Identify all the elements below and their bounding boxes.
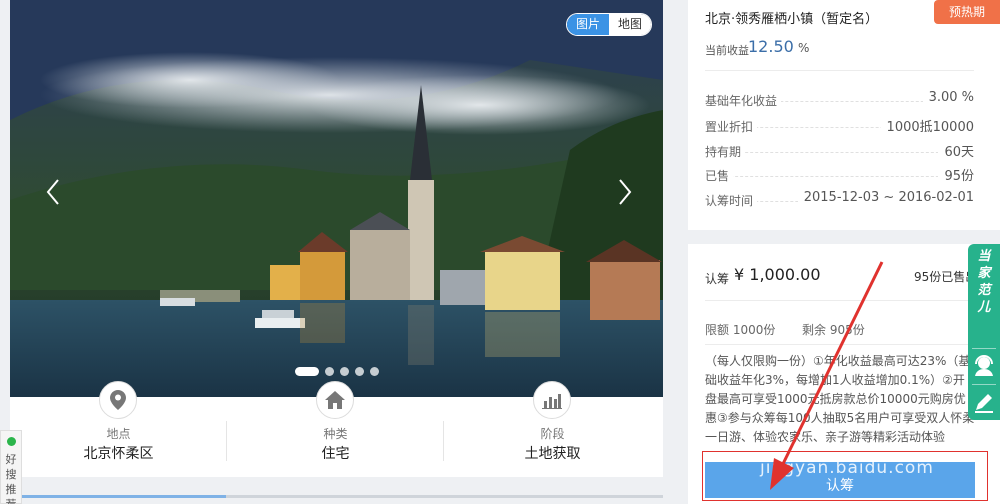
house-icon xyxy=(316,381,354,419)
detail-value: 3.00 % xyxy=(922,90,974,105)
status-badge: 预热期 xyxy=(934,0,1000,24)
detail-key: 持有期 xyxy=(705,143,746,160)
divider xyxy=(705,70,974,71)
info-label: 地点 xyxy=(106,427,131,441)
carousel-dot[interactable] xyxy=(355,367,364,376)
info-value: 住宅 xyxy=(321,446,350,462)
subscription-card: 认筹 ¥ 1,000.00 95份已售出 限额 1000份 剩余 905份 （每… xyxy=(688,244,1000,504)
edit-icon[interactable] xyxy=(972,390,996,414)
subscribe-amount: ¥ 1,000.00 xyxy=(734,265,821,284)
divider xyxy=(705,344,988,345)
divider xyxy=(705,300,988,301)
subscription-description: （每人仅限购一份）①年化收益最高可达23%（基础收益年化3%，每增加1人收益增加… xyxy=(705,354,975,444)
photo-gallery: 图片 地图 xyxy=(10,0,663,397)
project-info-strip: 地点 北京怀柔区 种类 住宅 阶段 土地获取 xyxy=(10,381,663,477)
brand-logo[interactable]: 当 家 范 儿 xyxy=(968,248,1000,316)
project-summary-card: 北京·领秀雁栖小镇（暂定名） 预热期 当前收益 12.50 % 基础年化收益 3… xyxy=(688,0,1000,230)
info-type: 种类 住宅 xyxy=(227,381,444,477)
status-dot-icon xyxy=(7,437,16,446)
project-title: 北京·领秀雁栖小镇（暂定名） xyxy=(705,12,879,27)
info-value: 北京怀柔区 xyxy=(83,446,154,462)
detail-value: 2015-12-03 ~ 2016-02-01 xyxy=(797,190,974,205)
detail-value: 60天 xyxy=(938,141,974,160)
carousel-dot[interactable] xyxy=(325,367,334,376)
recommend-label: 好搜推荐 xyxy=(5,453,17,504)
limit-text: 限额 1000份 xyxy=(705,323,776,337)
carousel-dot[interactable] xyxy=(340,367,349,376)
info-stage: 阶段 土地获取 xyxy=(444,381,661,477)
bar-chart-icon xyxy=(533,381,571,419)
divider xyxy=(972,384,996,385)
info-label: 阶段 xyxy=(540,427,565,441)
next-photo-button[interactable] xyxy=(610,172,640,212)
info-label: 种类 xyxy=(323,427,348,441)
detail-value: 1000抵10000 xyxy=(880,116,974,135)
chevron-left-icon xyxy=(46,179,59,205)
previous-photo-button[interactable] xyxy=(38,172,68,212)
carousel-dot[interactable] xyxy=(295,367,319,376)
side-float-widget: 当 家 范 儿 xyxy=(968,244,1000,420)
scroll-progress-fill xyxy=(20,495,226,498)
view-toggle: 图片 地图 xyxy=(566,13,653,36)
detail-row: 持有期 60天 xyxy=(705,141,974,161)
detail-row: 已售 95份 xyxy=(705,165,974,185)
subscribe-label: 认筹 xyxy=(705,272,730,286)
info-value: 土地获取 xyxy=(524,446,581,462)
current-return-label: 当前收益 xyxy=(705,44,749,57)
map-view-tab[interactable]: 地图 xyxy=(609,14,652,35)
detail-value: 95份 xyxy=(938,165,974,184)
recommend-widget[interactable]: 好搜推荐 xyxy=(0,430,22,504)
current-return-unit: % xyxy=(798,41,810,55)
customer-service-icon[interactable] xyxy=(972,354,996,378)
divider xyxy=(972,348,996,349)
photo-view-tab[interactable]: 图片 xyxy=(567,14,610,35)
carousel-dots xyxy=(295,367,379,376)
location-pin-icon xyxy=(99,381,137,419)
detail-row: 基础年化收益 3.00 % xyxy=(705,90,974,110)
detail-row: 置业折扣 1000抵10000 xyxy=(705,116,974,136)
chevron-right-icon xyxy=(619,179,632,205)
detail-key: 基础年化收益 xyxy=(705,92,782,109)
gallery-photo xyxy=(10,0,663,397)
detail-key: 置业折扣 xyxy=(705,118,758,135)
scroll-progress-bar xyxy=(20,495,663,498)
detail-key: 已售 xyxy=(705,167,734,184)
detail-row: 认筹时间 2015-12-03 ~ 2016-02-01 xyxy=(705,190,974,210)
carousel-dot[interactable] xyxy=(370,367,379,376)
detail-key: 认筹时间 xyxy=(705,192,758,209)
remaining-text: 剩余 905份 xyxy=(802,323,865,337)
current-return-value: 12.50 xyxy=(748,37,794,56)
subscribe-button[interactable]: 认筹 xyxy=(705,462,975,498)
info-location: 地点 北京怀柔区 xyxy=(10,381,227,477)
subscribe-button-label: 认筹 xyxy=(826,478,854,494)
